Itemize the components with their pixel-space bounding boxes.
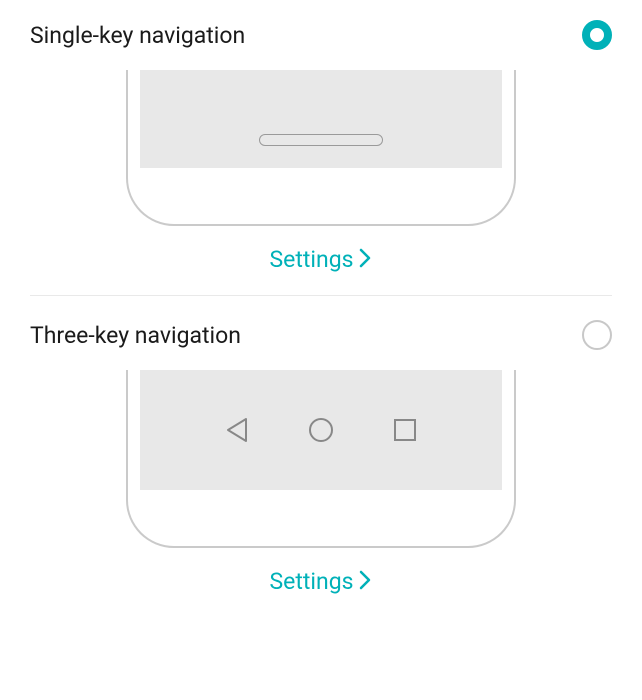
three-key-option: Three-key navigation [0, 300, 642, 613]
option-header-three-key[interactable]: Three-key navigation [0, 300, 642, 360]
option-label: Three-key navigation [30, 322, 241, 349]
phone-frame [126, 70, 516, 226]
phone-body [126, 70, 516, 226]
option-label: Single-key navigation [30, 22, 245, 49]
settings-text: Settings [270, 246, 354, 273]
settings-link-three-key[interactable]: Settings [0, 548, 642, 613]
option-header-single-key[interactable]: Single-key navigation [0, 0, 642, 60]
phone-preview-single-key [0, 70, 642, 226]
phone-body [126, 370, 516, 548]
divider [30, 295, 612, 296]
gesture-bar-icon [259, 134, 383, 146]
phone-preview-three-key [0, 370, 642, 548]
radio-three-key[interactable] [582, 320, 612, 350]
back-triangle-icon [223, 416, 251, 444]
phone-screen [140, 70, 502, 168]
chevron-right-icon [359, 570, 372, 594]
home-circle-icon [307, 416, 335, 444]
chevron-right-icon [359, 248, 372, 272]
single-key-option: Single-key navigation Settings [0, 0, 642, 291]
settings-text: Settings [270, 568, 354, 595]
phone-frame [126, 370, 516, 548]
nav-buttons [223, 416, 419, 444]
phone-screen [140, 370, 502, 490]
recent-square-icon [391, 416, 419, 444]
settings-link-single-key[interactable]: Settings [0, 226, 642, 291]
radio-single-key[interactable] [582, 20, 612, 50]
